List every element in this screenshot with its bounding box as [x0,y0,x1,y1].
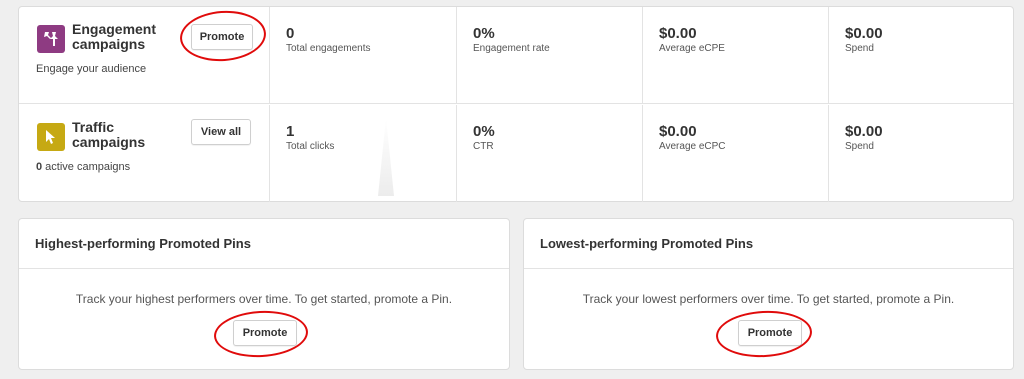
stat-traffic-spend: $0.00 Spend [829,105,1013,202]
engagement-campaigns-title: Engagement campaigns [72,21,157,52]
campaigns-summary-card: Engagement campaigns Engage your audienc… [18,6,1014,202]
highest-performing-message: Track your highest performers over time.… [75,292,453,306]
stat-label: Average eCPE [659,43,725,54]
engagement-campaign-info: Engagement campaigns Engage your audienc… [19,7,270,103]
active-campaigns-text: active campaigns [42,161,131,173]
cursor-arrow-icon [37,123,65,151]
stat-value: 0 [286,25,295,42]
stat-average-ecpc: $0.00 Average eCPC [643,105,829,202]
stat-label: Total clicks [286,141,335,152]
stat-average-ecpe: $0.00 Average eCPE [643,7,829,103]
stat-label: Engagement rate [473,43,550,54]
stat-value: $0.00 [845,25,883,42]
stat-value: 0% [473,25,495,42]
engagement-promote-button[interactable]: Promote [191,24,253,50]
stat-total-engagements: 0 Total engagements [270,7,457,103]
stat-label: Spend [845,141,874,152]
stat-value: $0.00 [845,123,883,140]
traffic-campaign-row: Traffic campaigns 0 active campaigns Vie… [19,105,1013,202]
stat-label: Total engagements [286,43,371,54]
lowest-promote-button[interactable]: Promote [738,320,802,346]
stat-value: 1 [286,123,295,140]
stat-engagement-spend: $0.00 Spend [829,7,1013,103]
lowest-performing-panel: Lowest-performing Promoted Pins Track yo… [523,218,1014,370]
engagement-campaigns-subtitle: Engage your audience [36,63,147,75]
pushpin-icon [37,25,65,53]
lowest-performing-title: Lowest-performing Promoted Pins [524,219,1013,269]
engagement-campaign-row: Engagement campaigns Engage your audienc… [19,7,1013,104]
stat-engagement-rate: 0% Engagement rate [457,7,643,103]
view-all-button[interactable]: View all [191,119,251,145]
traffic-campaign-info: Traffic campaigns 0 active campaigns Vie… [19,105,270,202]
lowest-performing-message: Track your lowest performers over time. … [582,292,955,306]
highest-promote-button[interactable]: Promote [233,320,297,346]
stat-label: CTR [473,141,494,152]
stat-value: 0% [473,123,495,140]
stat-label: Spend [845,43,874,54]
highest-performing-panel: Highest-performing Promoted Pins Track y… [18,218,510,370]
traffic-campaigns-title: Traffic campaigns [72,119,146,150]
stat-label: Average eCPC [659,141,726,152]
stat-total-clicks: 1 Total clicks [270,105,457,202]
stat-value: $0.00 [659,123,697,140]
stat-value: $0.00 [659,25,697,42]
traffic-campaigns-subtitle: 0 active campaigns [36,161,130,173]
highest-performing-title: Highest-performing Promoted Pins [19,219,509,269]
stat-ctr: 0% CTR [457,105,643,202]
